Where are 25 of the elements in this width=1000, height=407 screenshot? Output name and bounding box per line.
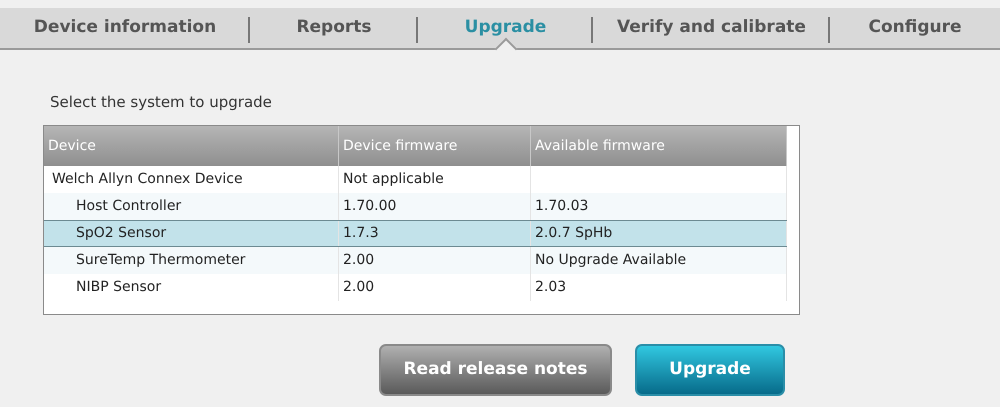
table-cell-text: 2.00 (343, 251, 374, 270)
table-cell-text: 1.7.3 (343, 224, 379, 243)
upgrade-button[interactable]: Upgrade (635, 344, 785, 396)
table-cell-text: 2.00 (343, 278, 374, 297)
release-notes-button[interactable]: Read release notes (379, 344, 612, 396)
table-row[interactable]: SpO2 Sensor 1.7.3 2.0.7 SpHb (44, 220, 787, 247)
tab[interactable]: Reports (296, 15, 372, 41)
table-cell-text: 1.70.00 (343, 197, 396, 216)
table-cell-text: Not applicable (343, 170, 444, 189)
table-cell-text: Welch Allyn Connex Device (52, 170, 243, 189)
tab[interactable]: Device information (34, 15, 216, 41)
table-cell-text: NIBP Sensor (76, 278, 162, 297)
table-row[interactable]: SureTemp Thermometer 2.00 No Upgrade Available (44, 247, 787, 274)
prompt-text: Select the system to upgrade (50, 92, 272, 112)
table-cell-text: Host Controller (76, 197, 182, 216)
table-cell-text: 2.03 (535, 278, 566, 297)
table-cell-text: 2.0.7 SpHb (535, 224, 612, 243)
tab[interactable]: Verify and calibrate (617, 15, 806, 41)
tab[interactable]: Upgrade (464, 15, 546, 41)
table-cell-text: SureTemp Thermometer (76, 251, 246, 270)
table-row[interactable]: Host Controller 1.70.00 1.70.03 (44, 193, 787, 220)
tab[interactable]: Configure (868, 15, 962, 41)
table-cell-text: 1.70.03 (535, 197, 588, 216)
table-cell-text: No Upgrade Available (535, 251, 686, 270)
table-cell-text: SpO2 Sensor (76, 224, 166, 243)
